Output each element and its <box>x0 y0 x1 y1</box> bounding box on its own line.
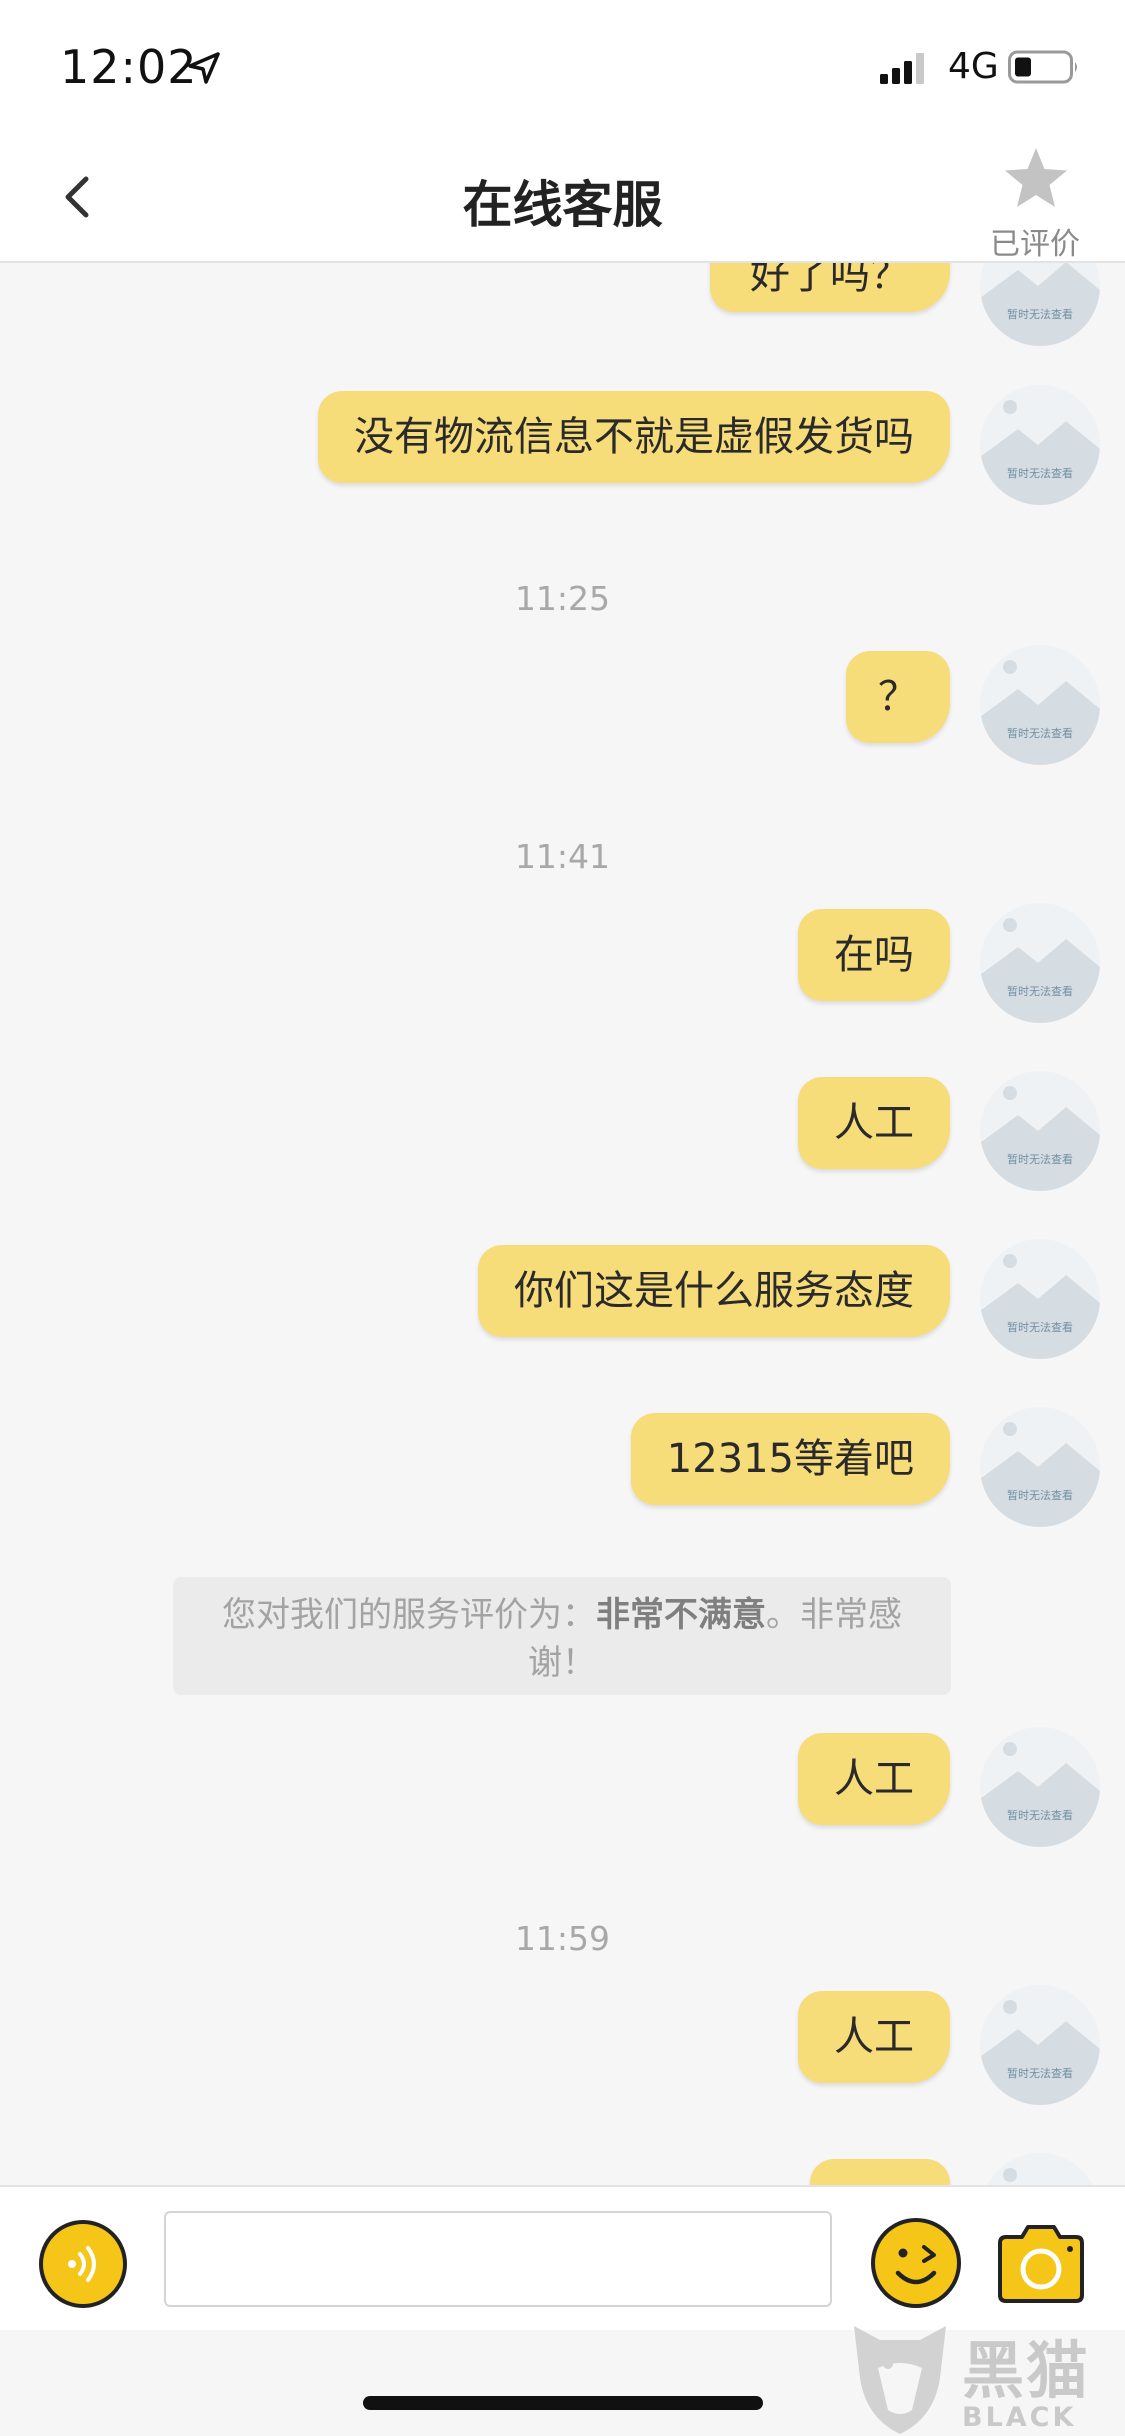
avatar-placeholder-text: 暂时无法查看 <box>1007 2067 1073 2080</box>
message-row: 人工 暂时无法查看 <box>0 1985 1125 2105</box>
timestamp: 11:41 <box>514 837 611 876</box>
page-title: 在线客服 <box>462 176 663 234</box>
avatar-placeholder-text: 暂时无法查看 <box>1007 308 1073 321</box>
message-bubble[interactable]: 在吗 <box>798 909 950 1001</box>
message-row: 你们这是什么服务态度 暂时无法查看 <box>0 1239 1125 1359</box>
camera-icon[interactable] <box>994 2221 1088 2305</box>
black-cat-logo-icon <box>854 2326 946 2434</box>
watermark-cn: 黑猫 <box>962 2334 1091 2407</box>
avatar-placeholder-text: 暂时无法查看 <box>1007 1489 1073 1502</box>
agent-avatar: 暂时无法查看 <box>980 1985 1100 2105</box>
message-bubble[interactable]: 人工 <box>798 1991 950 2083</box>
network-type: 4G <box>948 46 999 87</box>
agent-avatar: 暂时无法查看 <box>980 1071 1100 1191</box>
agent-avatar <box>980 2153 1100 2185</box>
message-bubble[interactable]: ？ <box>846 651 950 743</box>
rating-value: 非常不满意 <box>596 1595 766 1635</box>
message-row: 没有物流信息不就是虚假发货吗 暂时无法查看 <box>0 385 1125 505</box>
message-bubble[interactable]: 好了吗？ <box>710 263 950 312</box>
message-row: 好了吗？ 暂时无法查看 <box>0 263 1125 346</box>
agent-avatar: 暂时无法查看 <box>980 645 1100 765</box>
avatar-placeholder-text: 暂时无法查看 <box>1007 1153 1073 1166</box>
rating-notice: 您对我们的服务评价为：非常不满意。非常感谢！ <box>173 1577 951 1695</box>
message-row-partial <box>0 2153 1125 2185</box>
message-bubble[interactable]: 人工 <box>798 1733 950 1825</box>
signal-bars-icon <box>880 53 924 84</box>
rate-label: 已评价 <box>990 227 1080 262</box>
message-bubble[interactable]: 人工 <box>798 1077 950 1169</box>
nav-bar: 在线客服 已评价 <box>0 135 1125 263</box>
star-icon <box>1005 148 1067 207</box>
message-bubble-partial[interactable] <box>810 2159 950 2185</box>
message-bubble[interactable]: 12315等着吧 <box>630 1413 950 1505</box>
timestamp: 11:59 <box>514 1919 611 1958</box>
message-bubble[interactable]: 没有物流信息不就是虚假发货吗 <box>318 391 950 483</box>
emoji-icon[interactable] <box>870 2217 962 2309</box>
message-row: 在吗 暂时无法查看 <box>0 903 1125 1023</box>
rate-button[interactable]: 已评价 <box>980 145 1090 262</box>
home-indicator[interactable] <box>363 2396 763 2410</box>
agent-avatar: 暂时无法查看 <box>980 1239 1100 1359</box>
avatar-placeholder-text: 暂时无法查看 <box>1007 985 1073 998</box>
rating-notice-prefix: 您对我们的服务评价为： <box>222 1595 596 1635</box>
message-row: 人工 暂时无法查看 <box>0 1727 1125 1847</box>
agent-avatar: 暂时无法查看 <box>980 1727 1100 1847</box>
agent-avatar: 暂时无法查看 <box>980 1407 1100 1527</box>
chat-area[interactable]: 好了吗？ 暂时无法查看 没有物流信息不就是虚假发货吗 暂时无法查看 11:25 … <box>0 263 1125 2185</box>
avatar-placeholder-text: 暂时无法查看 <box>1007 1809 1073 1822</box>
message-row: 12315等着吧 暂时无法查看 <box>0 1407 1125 1527</box>
watermark: 黑猫 BLACK CAT <box>850 2318 1125 2436</box>
agent-avatar: 暂时无法查看 <box>980 263 1100 346</box>
avatar-placeholder-text: 暂时无法查看 <box>1007 467 1073 480</box>
avatar-placeholder-text: 暂时无法查看 <box>1007 727 1073 740</box>
location-arrow-icon <box>188 52 220 84</box>
status-bar: 12:02 4G <box>0 0 1125 135</box>
message-input[interactable] <box>164 2211 832 2307</box>
agent-avatar: 暂时无法查看 <box>980 903 1100 1023</box>
avatar-placeholder-text: 暂时无法查看 <box>1007 1321 1073 1334</box>
voice-icon[interactable] <box>38 2219 128 2309</box>
battery-icon <box>1008 50 1077 84</box>
message-row: 人工 暂时无法查看 <box>0 1071 1125 1191</box>
watermark-en: BLACK CAT <box>962 2402 1077 2436</box>
timestamp: 11:25 <box>514 579 611 618</box>
input-bar <box>0 2185 1125 2330</box>
status-time: 12:02 <box>60 40 198 94</box>
message-row: ？ 暂时无法查看 <box>0 645 1125 765</box>
message-bubble[interactable]: 你们这是什么服务态度 <box>478 1245 950 1337</box>
agent-avatar: 暂时无法查看 <box>980 385 1100 505</box>
